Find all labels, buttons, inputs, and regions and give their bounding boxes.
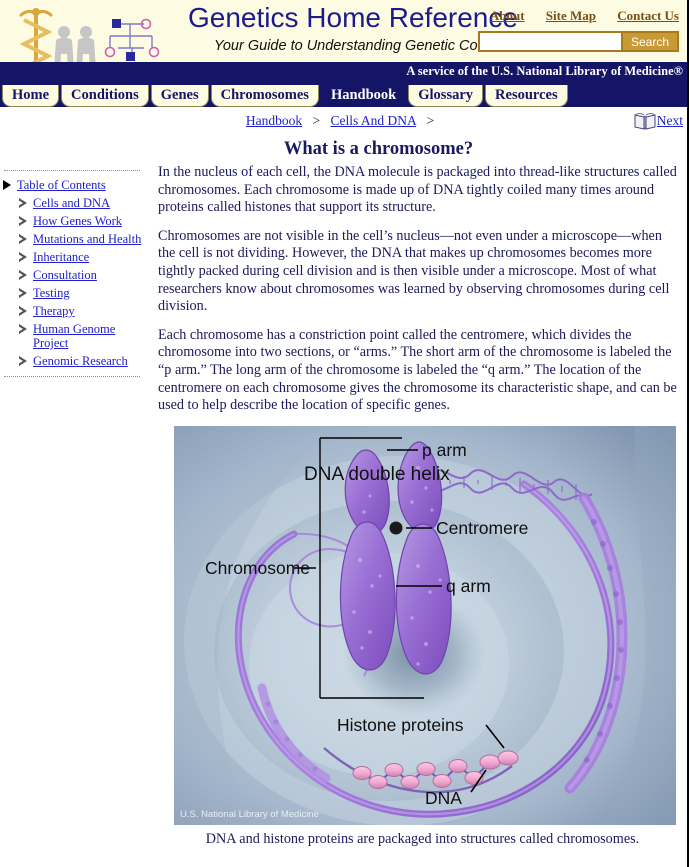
sidebar-item-inheritance[interactable]: Inheritance — [0, 250, 148, 264]
chromosome-illustration: DNA double helix p arm Centromere q arm … — [174, 425, 676, 825]
sidebar-divider-bottom — [4, 376, 140, 378]
sidebar-item-table-of-contents[interactable]: Table of Contents — [0, 178, 148, 192]
link-contact-us[interactable]: Contact Us — [617, 8, 679, 23]
page-title: What is a chromosome? — [283, 139, 474, 159]
sidebar-item-label[interactable]: Inheritance — [33, 250, 89, 264]
sidebar-toc: Table of Contents Cells and DNA How Gene… — [0, 160, 148, 378]
tab-genes[interactable]: Genes — [150, 85, 209, 107]
search-input[interactable] — [477, 31, 623, 52]
paragraph-2: Chromosomes are not visible in the cell’… — [158, 227, 670, 315]
caduceus-pedigree-dna-logo-icon — [18, 8, 160, 62]
label-centromere: Centromere — [436, 518, 528, 538]
breadcrumb-separator: > — [312, 113, 321, 128]
tab-chromosomes[interactable]: Chromosomes — [210, 85, 319, 107]
search-button[interactable]: Search — [622, 31, 679, 52]
breadcrumb-separator-trailing: > — [426, 113, 435, 128]
tab-home[interactable]: Home — [2, 85, 60, 107]
sidebar-item-label[interactable]: Testing — [33, 286, 70, 300]
sidebar-item-label[interactable]: Table of Contents — [17, 178, 106, 192]
service-line: A service of the U.S. National Library o… — [406, 64, 683, 78]
label-histone-proteins: Histone proteins — [337, 715, 464, 735]
label-dna: DNA — [425, 788, 462, 808]
breadcrumb-row: Handbook > Cells And DNA > Next — [0, 111, 687, 133]
sidebar-item-testing[interactable]: Testing — [0, 286, 148, 300]
hollow-triangle-icon — [18, 270, 27, 280]
hollow-triangle-icon — [18, 288, 27, 298]
sidebar-item-label[interactable]: Consultation — [33, 268, 97, 282]
hollow-triangle-icon — [18, 216, 27, 226]
utility-links: About Site Map Contact Us — [472, 8, 679, 24]
sidebar-item-label[interactable]: Cells and DNA — [33, 196, 110, 210]
link-about[interactable]: About — [490, 8, 525, 23]
sidebar-item-mutations-and-health[interactable]: Mutations and Health — [0, 232, 148, 246]
tab-glossary[interactable]: Glossary — [408, 85, 484, 107]
centromere-dot — [389, 521, 403, 535]
sidebar-item-label[interactable]: Genomic Research — [33, 354, 128, 368]
open-book-icon — [634, 113, 656, 130]
toc-list: Table of Contents Cells and DNA How Gene… — [0, 172, 148, 376]
search-form: Search — [477, 31, 679, 52]
next-page-link[interactable]: Next — [634, 111, 683, 131]
label-q-arm: q arm — [446, 576, 491, 596]
label-p-arm: p arm — [422, 440, 467, 460]
page-content: Table of Contents Cells and DNA How Gene… — [0, 160, 687, 848]
nav-tab-list: Home Conditions Genes Chromosomes Handbo… — [2, 85, 570, 107]
hollow-triangle-icon — [18, 306, 27, 316]
breadcrumb: Handbook > Cells And DNA > — [0, 113, 687, 129]
sidebar-item-label[interactable]: How Genes Work — [33, 214, 122, 228]
site-title: Genetics Home Reference — [188, 2, 518, 33]
figure-caption: DNA and histone proteins are packaged in… — [205, 830, 640, 847]
sidebar-item-label[interactable]: Human Genome Project — [33, 322, 148, 350]
sidebar-item-therapy[interactable]: Therapy — [0, 304, 148, 318]
sidebar-item-human-genome-project[interactable]: Human Genome Project — [0, 322, 148, 350]
tab-conditions[interactable]: Conditions — [61, 85, 149, 107]
breadcrumb-item-cells-and-dna[interactable]: Cells And DNA — [331, 113, 417, 128]
figure-credit: U.S. National Library of Medicine — [180, 809, 319, 820]
main-navigation: A service of the U.S. National Library o… — [0, 62, 687, 107]
next-link-label[interactable]: Next — [657, 113, 683, 129]
hollow-triangle-icon — [18, 234, 27, 244]
link-site-map[interactable]: Site Map — [546, 8, 596, 23]
hollow-triangle-icon — [18, 198, 27, 208]
sidebar-item-how-genes-work[interactable]: How Genes Work — [0, 214, 148, 228]
sidebar-item-cells-and-dna[interactable]: Cells and DNA — [0, 196, 148, 210]
breadcrumb-item-handbook[interactable]: Handbook — [246, 113, 302, 128]
hollow-triangle-icon — [18, 252, 27, 262]
tab-resources[interactable]: Resources — [485, 85, 568, 107]
site-header: Genetics Home Reference Your Guide to Un… — [0, 0, 687, 62]
hollow-triangle-icon — [18, 324, 27, 334]
label-dna-double-helix: DNA double helix — [304, 464, 450, 485]
sidebar-item-label[interactable]: Therapy — [33, 304, 75, 318]
solid-triangle-icon — [3, 180, 11, 190]
paragraph-1: In the nucleus of each cell, the DNA mol… — [158, 164, 677, 216]
hollow-triangle-icon — [18, 356, 27, 366]
site-logo[interactable] — [6, 2, 181, 62]
sidebar-item-consultation[interactable]: Consultation — [0, 268, 148, 282]
sidebar-item-genomic-research[interactable]: Genomic Research — [0, 354, 148, 368]
tab-handbook[interactable]: Handbook — [320, 85, 407, 107]
sidebar-item-label[interactable]: Mutations and Health — [33, 232, 141, 246]
chromosome-diagram: DNA double helix p arm Centromere q arm … — [174, 425, 676, 825]
paragraph-3: Each chromosome has a constriction point… — [158, 326, 677, 414]
label-chromosome: Chromosome — [205, 558, 310, 578]
article-body: In the nucleus of each cell, the DNA mol… — [148, 160, 687, 848]
